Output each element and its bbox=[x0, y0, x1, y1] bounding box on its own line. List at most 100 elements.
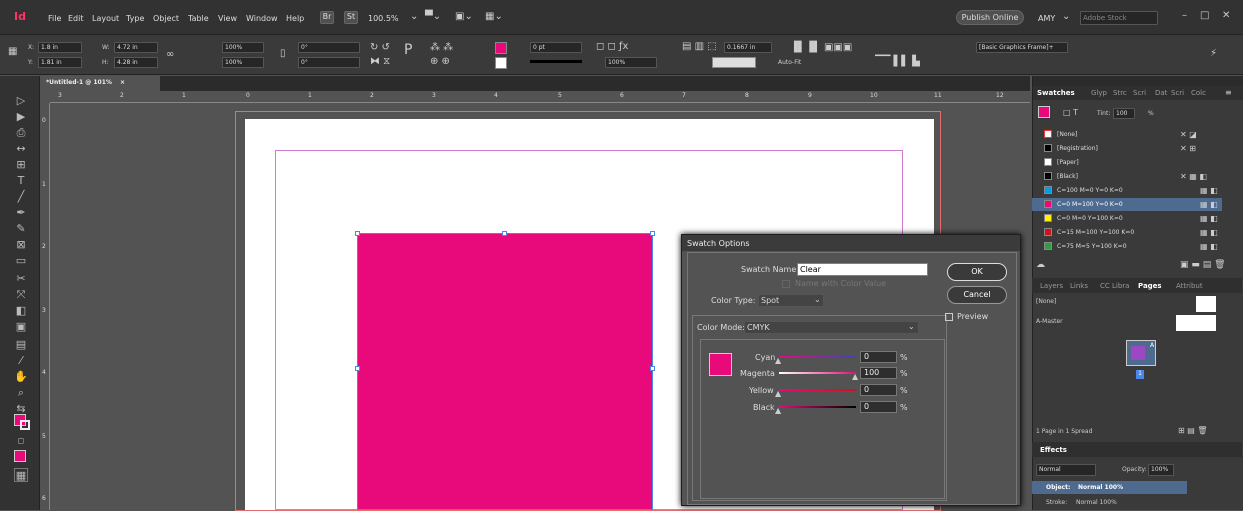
page-tool-icon[interactable]: ⎙ bbox=[14, 126, 28, 140]
black-input[interactable]: 0 bbox=[860, 401, 897, 413]
object-style-select[interactable]: [Basic Graphics Frame]+ bbox=[976, 42, 1068, 53]
magenta-input[interactable]: 100 bbox=[860, 367, 897, 379]
panel-menu-icon[interactable]: ≡ bbox=[1225, 88, 1232, 98]
constrain-scale-icon[interactable]: ▯ bbox=[280, 49, 286, 59]
menu-object[interactable]: Object bbox=[153, 14, 179, 23]
view-options-icon[interactable]: ▣⌄ bbox=[455, 12, 473, 22]
gradient-feather-icon[interactable]: ▣ bbox=[14, 320, 28, 334]
color-mode-select[interactable]: CMYK bbox=[744, 321, 919, 334]
frame-handle[interactable] bbox=[650, 231, 655, 236]
content-collector-icon[interactable]: ⊞ bbox=[14, 158, 28, 172]
w-input[interactable]: 4.72 in bbox=[114, 42, 158, 53]
text-wrap-icon[interactable]: ▤ ▥ ⬚ bbox=[682, 42, 717, 52]
horizontal-ruler[interactable]: 3 2 1 0 1 2 3 4 5 6 7 8 9 10 11 12 bbox=[50, 91, 1030, 103]
slider-thumb-icon[interactable]: ▲ bbox=[775, 356, 781, 366]
close-tab-icon[interactable]: × bbox=[120, 79, 125, 86]
rotate-input[interactable]: 0° bbox=[298, 42, 360, 53]
tab-links[interactable]: Links bbox=[1070, 282, 1088, 290]
rectangle-tool-icon[interactable]: ▭ bbox=[14, 254, 28, 268]
tab-script-label[interactable]: Scri bbox=[1171, 89, 1184, 97]
tab-glyphs[interactable]: Glyp bbox=[1091, 89, 1107, 97]
a-master-label[interactable]: A-Master bbox=[1036, 318, 1063, 325]
cyan-input[interactable]: 0 bbox=[860, 351, 897, 363]
slider-thumb-icon[interactable]: ▲ bbox=[775, 389, 781, 399]
menu-edit[interactable]: Edit bbox=[68, 14, 84, 23]
magenta-slider[interactable] bbox=[779, 372, 856, 374]
page-actions-icon[interactable]: ⊞ ▤ 🗑 bbox=[1178, 426, 1208, 436]
slider-thumb-icon[interactable]: ▲ bbox=[852, 372, 858, 382]
x-input[interactable]: 1.8 in bbox=[38, 42, 82, 53]
scale-x-input[interactable]: 100% bbox=[222, 42, 264, 53]
scissors-tool-icon[interactable]: ✂ bbox=[14, 272, 28, 286]
document-tab[interactable]: *Untitled-1 @ 101% × bbox=[40, 76, 160, 91]
stock-search-input[interactable]: Adobe Stock bbox=[1080, 11, 1158, 25]
tint-input[interactable]: 100 bbox=[1113, 108, 1135, 119]
apply-color-icon[interactable] bbox=[14, 450, 26, 462]
select-prev-icon[interactable]: ⊕ ⊕ bbox=[430, 57, 450, 67]
eyedropper-tool-icon[interactable]: ⁄ bbox=[14, 354, 28, 368]
swatch-item[interactable]: C=75 M=5 Y=100 K=0 bbox=[1032, 240, 1222, 253]
zoom-tool-icon[interactable]: ⌕ bbox=[14, 386, 28, 400]
tab-swatches[interactable]: Swatches bbox=[1037, 89, 1075, 97]
dialog-title[interactable]: Swatch Options bbox=[682, 235, 1020, 251]
tab-structure[interactable]: Strc bbox=[1113, 89, 1127, 97]
gap-tool-icon[interactable]: ↔ bbox=[14, 142, 28, 156]
fill-swatch-indicator[interactable] bbox=[1038, 106, 1050, 118]
none-master-label[interactable]: [None] bbox=[1036, 298, 1056, 305]
menu-file[interactable]: File bbox=[48, 14, 61, 23]
swatch-item[interactable]: C=0 M=0 Y=100 K=0 bbox=[1032, 212, 1222, 225]
maximize-icon[interactable]: □ bbox=[1200, 11, 1209, 21]
stock-button[interactable]: St bbox=[344, 11, 358, 24]
distribute-icon[interactable]: ▔▔ ▌▌ ▙ bbox=[875, 57, 920, 67]
minimize-icon[interactable]: – bbox=[1182, 11, 1187, 21]
black-slider[interactable] bbox=[779, 406, 856, 408]
rotate-cw-icon[interactable]: ↻ ↺ bbox=[370, 43, 390, 53]
arrange-docs-icon[interactable]: ▦⌄ bbox=[485, 12, 503, 22]
zoom-level[interactable]: 100.5% bbox=[368, 14, 399, 23]
quick-apply-icon[interactable]: ⚡ bbox=[1210, 49, 1217, 59]
cyan-slider[interactable] bbox=[779, 356, 856, 358]
free-transform-tool-icon[interactable]: ⤧ bbox=[14, 288, 28, 302]
ok-button[interactable]: OK bbox=[947, 263, 1007, 281]
blend-mode-select[interactable]: Normal bbox=[1036, 464, 1096, 476]
corner-shape-preview[interactable] bbox=[712, 57, 756, 68]
stroke-swatch[interactable] bbox=[495, 57, 507, 69]
swatch-item[interactable]: [Paper] bbox=[1032, 156, 1222, 169]
menu-layout[interactable]: Layout bbox=[92, 14, 119, 23]
bridge-button[interactable]: Br bbox=[320, 11, 334, 24]
gradient-tool-icon[interactable]: ◧ bbox=[14, 304, 28, 318]
y-input[interactable]: 1.81 in bbox=[38, 57, 82, 68]
screen-mode-icon[interactable]: ▦ bbox=[14, 468, 28, 482]
stroke-color-box[interactable] bbox=[20, 420, 30, 430]
type-tool-icon[interactable]: T bbox=[14, 174, 28, 188]
autofit-checkbox[interactable]: Auto-Fit bbox=[778, 59, 801, 66]
frame-handle[interactable] bbox=[650, 366, 655, 371]
shear-input[interactable]: 0° bbox=[298, 57, 360, 68]
menu-type[interactable]: Type bbox=[126, 14, 144, 23]
fill-swatch[interactable] bbox=[495, 42, 507, 54]
frame-handle[interactable] bbox=[355, 231, 360, 236]
tab-pages[interactable]: Pages bbox=[1138, 282, 1162, 290]
preview-checkbox[interactable] bbox=[945, 313, 953, 321]
frame-handle[interactable] bbox=[355, 366, 360, 371]
scale-y-input[interactable]: 100% bbox=[222, 57, 264, 68]
note-tool-icon[interactable]: ▤ bbox=[14, 338, 28, 352]
cc-library-icon[interactable]: ☁ bbox=[1036, 260, 1045, 270]
magenta-rectangle-frame[interactable] bbox=[357, 233, 653, 510]
a-master-thumb[interactable] bbox=[1176, 315, 1216, 331]
constrain-link-icon[interactable]: ∞ bbox=[166, 50, 174, 60]
opacity-input[interactable]: 100% bbox=[605, 57, 657, 68]
menu-window[interactable]: Window bbox=[246, 14, 278, 23]
menu-view[interactable]: View bbox=[218, 14, 237, 23]
tab-layers[interactable]: Layers bbox=[1040, 282, 1063, 290]
yellow-input[interactable]: 0 bbox=[860, 384, 897, 396]
line-tool-icon[interactable]: ╱ bbox=[14, 190, 28, 204]
corner-offset-input[interactable]: 0.1667 in bbox=[724, 42, 772, 53]
chevron-down-icon[interactable]: ⌄ bbox=[1062, 12, 1070, 22]
none-master-thumb[interactable] bbox=[1196, 296, 1216, 312]
name-with-value-checkbox[interactable] bbox=[782, 280, 790, 288]
opacity-input[interactable]: 100% bbox=[1148, 464, 1174, 476]
slider-thumb-icon[interactable]: ▲ bbox=[775, 406, 781, 416]
hand-tool-icon[interactable]: ✋ bbox=[14, 370, 28, 384]
tab-attributes[interactable]: Attribut bbox=[1176, 282, 1203, 290]
